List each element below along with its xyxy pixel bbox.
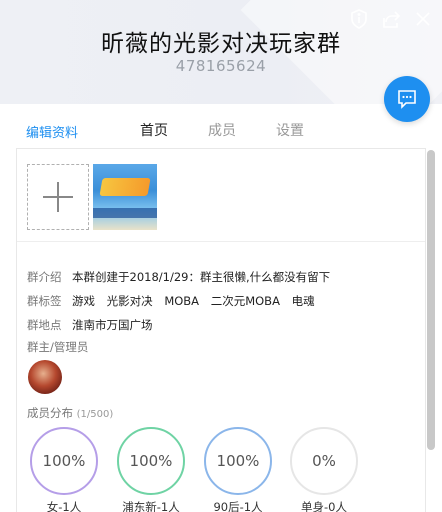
member-count: (1/500): [76, 409, 114, 420]
divider: [17, 241, 425, 242]
photo-band: [93, 208, 157, 218]
intro-text: 本群创建于2018/1/29：群主很懒,什么都没有留下: [72, 270, 331, 284]
stat-caption: 90后-1人: [213, 500, 263, 512]
close-button[interactable]: [412, 8, 434, 30]
tag[interactable]: 二次元MOBA: [211, 294, 280, 308]
stat-caption: 女-1人: [46, 500, 82, 512]
window-controls: [348, 8, 434, 30]
tab-settings[interactable]: 设置: [276, 120, 304, 140]
group-photo[interactable]: [93, 164, 157, 230]
report-button[interactable]: [348, 8, 370, 30]
intro-label: 群介绍: [27, 270, 62, 284]
stat-ring: 100%: [204, 427, 272, 495]
stat-caption: 浦东新-1人: [122, 500, 180, 512]
intro-row: 群介绍 本群创建于2018/1/29：群主很懒,什么都没有留下: [27, 269, 330, 285]
tags-label: 群标签: [27, 294, 62, 308]
distribution-title: 成员分布 (1/500): [27, 405, 113, 421]
tab-bar: 首页 成员 设置: [140, 120, 344, 140]
tags-row: 群标签 游戏 光影对决 MOBA 二次元MOBA 电魂: [27, 293, 323, 309]
scrollbar[interactable]: [427, 150, 435, 450]
group-header: 昕薇的光影对决玩家群 478165624: [0, 0, 442, 104]
stat-gender: 100% 女-1人: [29, 427, 99, 512]
tag[interactable]: MOBA: [164, 294, 199, 308]
send-message-button[interactable]: [384, 76, 430, 122]
location-text: 淮南市万国广场: [72, 318, 153, 332]
tab-members[interactable]: 成员: [208, 120, 236, 140]
group-id: 478165624: [175, 57, 267, 75]
stat-caption: 单身-0人: [301, 500, 347, 512]
home-panel: 群介绍 本群创建于2018/1/29：群主很懒,什么都没有留下 群标签 游戏 光…: [16, 148, 426, 512]
stat-ring: 100%: [30, 427, 98, 495]
plus-icon-vertical: [57, 182, 59, 212]
tags-list: 游戏 光影对决 MOBA 二次元MOBA 电魂: [72, 293, 323, 309]
chat-bubble-icon: [398, 90, 416, 109]
tag[interactable]: 电魂: [292, 294, 315, 308]
share-icon: [383, 11, 401, 28]
location-label: 群地点: [27, 318, 62, 332]
tag[interactable]: 游戏: [72, 294, 95, 308]
stat-ring: 100%: [117, 427, 185, 495]
tab-home[interactable]: 首页: [140, 120, 168, 140]
stat-age: 100% 90后-1人: [203, 427, 273, 512]
distribution-label: 成员分布: [27, 406, 73, 420]
stat-ring: 0%: [290, 427, 358, 495]
tag[interactable]: 光影对决: [107, 294, 153, 308]
add-photo-button[interactable]: [27, 164, 89, 230]
photo-logo: [99, 178, 151, 196]
close-icon: [416, 12, 430, 26]
location-row: 群地点 淮南市万国广场: [27, 317, 153, 333]
stat-region: 100% 浦东新-1人: [116, 427, 186, 512]
edit-profile-link[interactable]: 编辑资料: [26, 122, 78, 141]
stat-relationship: 0% 单身-0人: [289, 427, 359, 512]
admins-row: 群主/管理员: [27, 339, 88, 355]
shield-info-icon: [351, 9, 367, 29]
admins-label: 群主/管理员: [27, 340, 89, 354]
avatar[interactable]: [28, 360, 62, 394]
share-button[interactable]: [380, 8, 402, 30]
